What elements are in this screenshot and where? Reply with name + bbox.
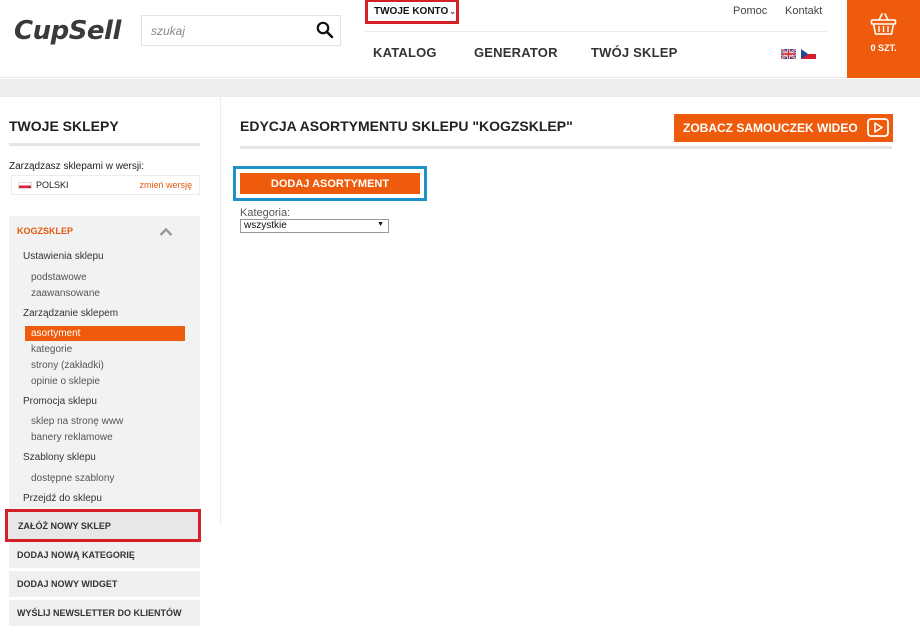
- menu-strony[interactable]: strony (zakładki): [31, 360, 104, 371]
- nav-generator[interactable]: GENERATOR: [474, 45, 558, 60]
- video-tutorial-button[interactable]: ZOBACZ SAMOUCZEK WIDEO: [674, 114, 893, 142]
- account-label: TWOJE KONTO: [374, 6, 449, 17]
- menu-zarzadzanie[interactable]: Zarządzanie sklepem: [23, 308, 118, 319]
- header-divider: [365, 31, 827, 32]
- divider: [9, 143, 200, 146]
- menu-banery[interactable]: banery reklamowe: [31, 432, 113, 443]
- category-value: wszystkie: [244, 220, 287, 231]
- category-label: Kategoria:: [240, 207, 291, 219]
- divider: [240, 146, 892, 149]
- cz-flag-icon[interactable]: [801, 46, 816, 59]
- menu-sklep-na-strone[interactable]: sklep na stronę www: [31, 416, 123, 427]
- menu-opinie[interactable]: opinie o sklepie: [31, 376, 100, 387]
- add-assortment-button[interactable]: DODAJ ASORTYMENT: [240, 173, 420, 194]
- pl-flag-icon: [18, 182, 32, 189]
- add-assortment-highlight: DODAJ ASORTYMENT: [233, 166, 427, 201]
- logo[interactable]: CupSell: [14, 16, 121, 46]
- send-newsletter-button[interactable]: WYŚLIJ NEWSLETTER DO KLIENTÓW: [9, 600, 200, 626]
- new-shop-button[interactable]: ZAŁÓŻ NOWY SKLEP: [5, 509, 201, 542]
- search-input[interactable]: [142, 16, 312, 45]
- page-title: EDYCJA ASORTYMENTU SKLEPU "KOGZSKLEP": [240, 118, 573, 134]
- search-box: [141, 15, 341, 46]
- menu-ustawienia[interactable]: Ustawienia sklepu: [23, 251, 104, 262]
- cart-button[interactable]: 0 SZT.: [847, 0, 920, 78]
- menu-asortyment[interactable]: asortyment: [25, 326, 185, 341]
- menu-dostepne-szablony[interactable]: dostępne szablony: [31, 473, 114, 484]
- contact-link[interactable]: Kontakt: [785, 5, 822, 17]
- category-select[interactable]: wszystkie ▼: [240, 219, 389, 233]
- menu-przejdz[interactable]: Przejdź do sklepu: [23, 493, 102, 504]
- chevron-down-icon: ⌄: [449, 7, 456, 16]
- version-label: Zarządzasz sklepami w wersji:: [9, 161, 145, 172]
- add-widget-button[interactable]: DODAJ NOWY WIDGET: [9, 571, 200, 597]
- menu-zaawansowane[interactable]: zaawansowane: [31, 288, 100, 299]
- menu-promocja[interactable]: Promocja sklepu: [23, 396, 97, 407]
- account-menu-button[interactable]: TWOJE KONTO⌄: [365, 0, 459, 24]
- version-selector: POLSKI zmień wersję: [11, 175, 200, 195]
- add-category-button[interactable]: DODAJ NOWĄ KATEGORIĘ: [9, 542, 200, 568]
- play-icon: [867, 118, 889, 137]
- sidebar-title: TWOJE SKLEPY: [9, 118, 119, 134]
- video-tutorial-label: ZOBACZ SAMOUCZEK WIDEO: [683, 121, 858, 135]
- shop-name[interactable]: KOGZSKLEP: [17, 226, 73, 236]
- nav-twoj-sklep[interactable]: TWÓJ SKLEP: [591, 45, 678, 60]
- change-version-link[interactable]: zmień wersję: [139, 180, 192, 190]
- chevron-up-icon[interactable]: [159, 224, 173, 236]
- help-link[interactable]: Pomoc: [733, 5, 767, 17]
- shop-menu: KOGZSKLEP Ustawienia sklepu podstawowe z…: [9, 216, 200, 510]
- column-divider: [220, 97, 221, 525]
- basket-icon: [870, 13, 897, 35]
- nav-katalog[interactable]: KATALOG: [373, 45, 437, 60]
- search-icon[interactable]: [316, 21, 336, 41]
- menu-kategorie[interactable]: kategorie: [31, 344, 72, 355]
- dropdown-arrow-icon: ▼: [377, 221, 384, 228]
- header-band: [0, 79, 920, 97]
- header: CupSell TWOJE KONTO⌄ Pomoc Kontakt KATAL…: [0, 0, 920, 78]
- cart-count: 0 SZT.: [870, 43, 897, 53]
- uk-flag-icon[interactable]: [780, 46, 797, 60]
- menu-szablony[interactable]: Szablony sklepu: [23, 452, 96, 463]
- menu-podstawowe[interactable]: podstawowe: [31, 272, 87, 283]
- version-language: POLSKI: [36, 180, 69, 190]
